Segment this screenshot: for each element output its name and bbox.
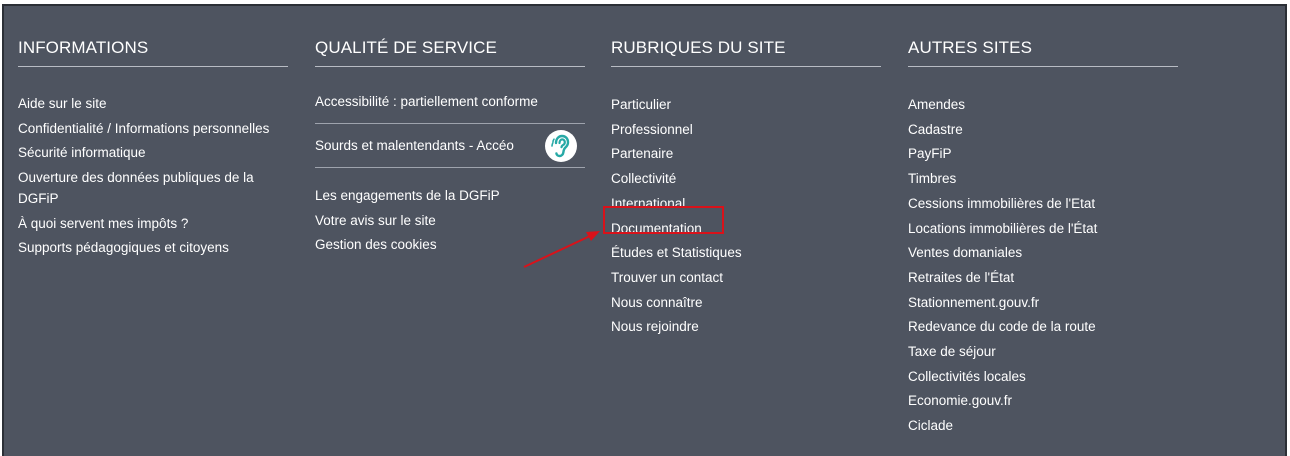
list-item: Economie.gouv.fr <box>908 389 1178 414</box>
footer-column-informations: INFORMATIONS Aide sur le site Confidenti… <box>18 39 288 262</box>
link-contact[interactable]: Trouver un contact <box>611 270 723 285</box>
list-item: Documentation <box>611 217 881 242</box>
site-footer: INFORMATIONS Aide sur le site Confidenti… <box>2 4 1287 456</box>
list-item: Nous rejoindre <box>611 315 881 340</box>
list-item: International <box>611 192 881 217</box>
list-item: Ventes domaniales <box>908 241 1178 266</box>
list-item: PayFiP <box>908 142 1178 167</box>
link-locations[interactable]: Locations immobilières de l'État <box>908 221 1097 236</box>
list-item: Confidentialité / Informations personnel… <box>18 118 288 140</box>
link-payfip[interactable]: PayFiP <box>908 146 952 161</box>
list-item: Études et Statistiques <box>611 241 881 266</box>
list-item: Timbres <box>908 167 1178 192</box>
list-item: Trouver un contact <box>611 266 881 291</box>
qualite-block: Accessibilité : partiellement conforme S… <box>315 93 585 258</box>
link-securite[interactable]: Sécurité informatique <box>18 145 146 160</box>
autres-sites-link-list: Amendes Cadastre PayFiP Timbres Cessions… <box>908 93 1178 439</box>
link-avis[interactable]: Votre avis sur le site <box>315 213 436 228</box>
link-ventes-domaniales[interactable]: Ventes domaniales <box>908 245 1022 260</box>
page-frame: INFORMATIONS Aide sur le site Confidenti… <box>0 0 1290 456</box>
link-taxe-sejour[interactable]: Taxe de séjour <box>908 344 996 359</box>
list-item: Les engagements de la DGFiP <box>315 184 585 209</box>
list-item: Amendes <box>908 93 1178 118</box>
list-item: Ciclade <box>908 414 1178 439</box>
acceo-label: Sourds et malentendants - Accéo <box>315 138 514 153</box>
link-ciclade[interactable]: Ciclade <box>908 418 953 433</box>
list-item: Aide sur le site <box>18 93 288 115</box>
list-item: Ouverture des données publiques de la DG… <box>18 167 288 210</box>
list-item: Cessions immobilières de l'Etat <box>908 192 1178 217</box>
list-item: Sécurité informatique <box>18 142 288 164</box>
link-documentation[interactable]: Documentation <box>611 221 702 236</box>
link-collectivite[interactable]: Collectivité <box>611 171 676 186</box>
list-item: Retraites de l'État <box>908 266 1178 291</box>
informations-link-list: Aide sur le site Confidentialité / Infor… <box>18 93 288 259</box>
ear-icon <box>545 129 577 162</box>
column-title-informations: INFORMATIONS <box>18 39 288 67</box>
link-cadastre[interactable]: Cadastre <box>908 122 963 137</box>
qualite-link-list: Les engagements de la DGFiP Votre avis s… <box>315 184 585 258</box>
link-aide[interactable]: Aide sur le site <box>18 96 107 111</box>
link-professionnel[interactable]: Professionnel <box>611 122 693 137</box>
list-item: Redevance du code de la route <box>908 315 1178 340</box>
link-nous-rejoindre[interactable]: Nous rejoindre <box>611 319 699 334</box>
link-particulier[interactable]: Particulier <box>611 97 671 112</box>
footer-column-autres-sites: AUTRES SITES Amendes Cadastre PayFiP Tim… <box>908 39 1178 439</box>
link-timbres[interactable]: Timbres <box>908 171 956 186</box>
link-retraites[interactable]: Retraites de l'État <box>908 270 1014 285</box>
link-stationnement[interactable]: Stationnement.gouv.fr <box>908 295 1039 310</box>
link-nous-connaitre[interactable]: Nous connaître <box>611 295 703 310</box>
link-confidentialite[interactable]: Confidentialité / Informations personnel… <box>18 121 269 136</box>
link-accessibilite[interactable]: Accessibilité : partiellement conforme <box>315 93 585 124</box>
list-item: Locations immobilières de l'État <box>908 217 1178 242</box>
link-engagements[interactable]: Les engagements de la DGFiP <box>315 188 500 203</box>
list-item: Gestion des cookies <box>315 233 585 258</box>
footer-column-rubriques: RUBRIQUES DU SITE Particulier Profession… <box>611 39 881 340</box>
column-title-qualite: QUALITÉ DE SERVICE <box>315 39 585 67</box>
list-item: Professionnel <box>611 118 881 143</box>
link-supports[interactable]: Supports pédagogiques et citoyens <box>18 240 229 255</box>
link-partenaire[interactable]: Partenaire <box>611 146 673 161</box>
list-item: Partenaire <box>611 142 881 167</box>
list-item: Votre avis sur le site <box>315 209 585 234</box>
list-item: Collectivités locales <box>908 365 1178 390</box>
column-title-rubriques: RUBRIQUES DU SITE <box>611 39 881 67</box>
list-item: Taxe de séjour <box>908 340 1178 365</box>
link-redevance[interactable]: Redevance du code de la route <box>908 319 1096 334</box>
footer-column-qualite: QUALITÉ DE SERVICE Accessibilité : parti… <box>315 39 585 258</box>
column-title-autres-sites: AUTRES SITES <box>908 39 1178 67</box>
link-collectivites-locales[interactable]: Collectivités locales <box>908 369 1026 384</box>
link-cookies[interactable]: Gestion des cookies <box>315 237 437 252</box>
link-impots[interactable]: À quoi servent mes impôts ? <box>18 216 188 231</box>
link-amendes[interactable]: Amendes <box>908 97 965 112</box>
link-cessions[interactable]: Cessions immobilières de l'Etat <box>908 196 1095 211</box>
list-item: Particulier <box>611 93 881 118</box>
link-etudes-statistiques[interactable]: Études et Statistiques <box>611 245 742 260</box>
rubriques-link-list: Particulier Professionnel Partenaire Col… <box>611 93 881 340</box>
list-item: Cadastre <box>908 118 1178 143</box>
list-item: Stationnement.gouv.fr <box>908 291 1178 316</box>
link-international[interactable]: International <box>611 196 685 211</box>
link-economie[interactable]: Economie.gouv.fr <box>908 393 1012 408</box>
list-item: À quoi servent mes impôts ? <box>18 213 288 235</box>
link-acceo[interactable]: Sourds et malentendants - Accéo <box>315 124 585 168</box>
list-item: Collectivité <box>611 167 881 192</box>
list-item: Supports pédagogiques et citoyens <box>18 237 288 259</box>
link-donnees-publiques[interactable]: Ouverture des données publiques de la DG… <box>18 170 254 207</box>
list-item: Nous connaître <box>611 291 881 316</box>
